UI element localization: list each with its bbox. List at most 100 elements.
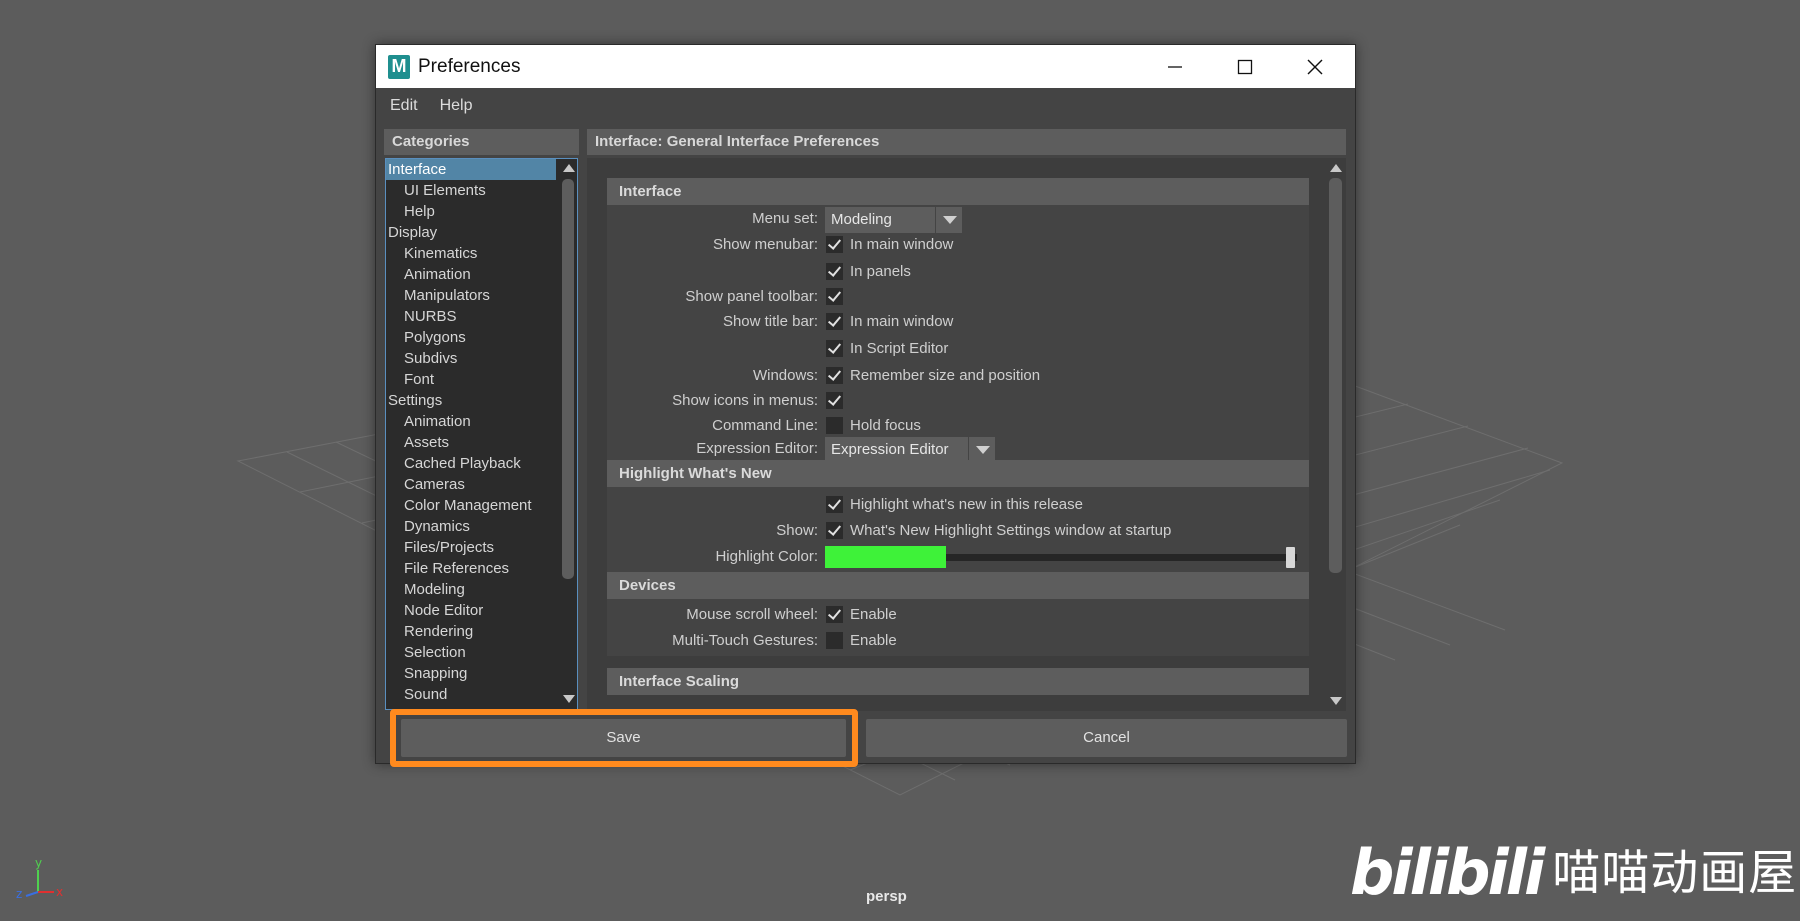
- save-button[interactable]: Save: [401, 719, 846, 757]
- menubar-panels-checkbox[interactable]: [826, 263, 843, 280]
- titlebar-script-checkbox[interactable]: [826, 340, 843, 357]
- category-item[interactable]: Sound: [386, 684, 556, 705]
- whats-new-checkbox[interactable]: [826, 522, 843, 539]
- windows-remember-text: Remember size and position: [850, 367, 1041, 384]
- menubar-panels-text: In panels: [850, 263, 911, 280]
- categories-scrollbar[interactable]: [559, 159, 577, 709]
- panel-toolbar-checkbox[interactable]: [826, 288, 843, 305]
- menu-set-dropdown[interactable]: Modeling: [825, 207, 962, 233]
- category-item[interactable]: Assets: [386, 432, 556, 453]
- svg-text:y: y: [35, 856, 42, 870]
- axis-gizmo: y x z: [14, 856, 64, 906]
- svg-text:z: z: [16, 887, 22, 901]
- main-scrollbar[interactable]: [1326, 158, 1344, 711]
- multitouch-checkbox[interactable]: [826, 632, 843, 649]
- category-item[interactable]: Help: [386, 201, 556, 222]
- maximize-button[interactable]: [1210, 45, 1280, 88]
- category-item[interactable]: Snapping: [386, 663, 556, 684]
- category-item[interactable]: NURBS: [386, 306, 556, 327]
- scroll-thumb[interactable]: [1329, 178, 1342, 573]
- command-line-row: Command Line: Hold focus: [607, 414, 1309, 438]
- scroll-thumb[interactable]: [562, 179, 574, 579]
- show-title-bar-label: Show title bar:: [722, 313, 818, 330]
- menubar-main-checkbox[interactable]: [826, 236, 843, 253]
- minimize-icon: [1168, 65, 1182, 68]
- category-item[interactable]: Dynamics: [386, 516, 556, 537]
- category-item[interactable]: Animation: [386, 264, 556, 285]
- menu-set-row: Menu set: Modeling: [607, 207, 1309, 233]
- expression-editor-label: Expression Editor:: [696, 440, 818, 457]
- category-item[interactable]: Animation: [386, 411, 556, 432]
- multitouch-label: Multi-Touch Gestures:: [672, 632, 818, 649]
- category-item[interactable]: UI Elements: [386, 180, 556, 201]
- show-label: Show:: [776, 522, 818, 539]
- menubar-panels-row: In panels: [607, 260, 1309, 284]
- watermark: bilibili 喵喵动画屋: [1350, 842, 1797, 904]
- category-item[interactable]: Node Editor: [386, 600, 556, 621]
- category-item[interactable]: Cameras: [386, 474, 556, 495]
- windows-row: Windows: Remember size and position: [607, 364, 1309, 388]
- category-item[interactable]: Color Management: [386, 495, 556, 516]
- show-menubar-label: Show menubar:: [712, 236, 818, 253]
- command-line-label: Command Line:: [712, 417, 818, 434]
- category-item[interactable]: Files/Projects: [386, 537, 556, 558]
- minimize-button[interactable]: [1140, 45, 1210, 88]
- scroll-up-arrow-icon[interactable]: [563, 164, 575, 172]
- icons-menus-label: Show icons in menus:: [672, 392, 818, 409]
- preferences-content: Interface Menu set: Modeling Show menuba…: [587, 158, 1346, 711]
- category-item[interactable]: Selection: [386, 642, 556, 663]
- highlight-color-swatch[interactable]: [825, 546, 946, 568]
- categories-list[interactable]: Interface UI Elements Help Display Kinematic…: [385, 158, 578, 710]
- section-devices-body: Mouse scroll wheel: Enable Multi-Touch G…: [607, 599, 1309, 656]
- titlebar-main-checkbox[interactable]: [826, 313, 843, 330]
- category-item[interactable]: Kinematics: [386, 243, 556, 264]
- scroll-up-arrow-icon[interactable]: [1330, 164, 1342, 172]
- mouse-scroll-row: Mouse scroll wheel: Enable: [607, 603, 1309, 627]
- category-item[interactable]: File References: [386, 558, 556, 579]
- section-interface-header[interactable]: Interface: [607, 178, 1309, 205]
- category-item[interactable]: Subdivs: [386, 348, 556, 369]
- command-line-checkbox[interactable]: [826, 417, 843, 434]
- highlight-color-slider[interactable]: [946, 547, 1297, 568]
- panel-toolbar-row: Show panel toolbar:: [607, 285, 1309, 309]
- section-devices-header[interactable]: Devices: [607, 572, 1309, 599]
- highlight-new-checkbox[interactable]: [826, 496, 843, 513]
- category-item[interactable]: Font: [386, 369, 556, 390]
- maya-app-icon: M: [388, 54, 410, 79]
- titlebar-script-row: In Script Editor: [607, 337, 1309, 361]
- icons-menus-checkbox[interactable]: [826, 392, 843, 409]
- multitouch-row: Multi-Touch Gestures: Enable: [607, 629, 1309, 653]
- mouse-scroll-checkbox[interactable]: [826, 606, 843, 623]
- close-button[interactable]: [1280, 45, 1350, 88]
- title-bar[interactable]: M Preferences: [376, 45, 1355, 88]
- watermark-logo: bilibili: [1350, 836, 1545, 909]
- expression-editor-row: Expression Editor: Expression Editor: [607, 437, 1309, 463]
- category-item[interactable]: Modeling: [386, 579, 556, 600]
- section-highlight-header[interactable]: Highlight What's New: [607, 460, 1309, 487]
- menu-edit[interactable]: Edit: [390, 97, 418, 115]
- watermark-name: 喵喵动画屋: [1552, 845, 1798, 901]
- windows-label: Windows:: [752, 367, 818, 384]
- category-item[interactable]: Interface: [386, 159, 556, 180]
- window-title: Preferences: [418, 55, 521, 77]
- highlight-color-label: Highlight Color:: [715, 548, 818, 565]
- cancel-button[interactable]: Cancel: [866, 719, 1347, 757]
- section-scaling-header[interactable]: Interface Scaling: [607, 668, 1309, 695]
- main-panel-header: Interface: General Interface Preferences: [587, 129, 1346, 155]
- category-item[interactable]: Display: [386, 222, 556, 243]
- category-item[interactable]: Rendering: [386, 621, 556, 642]
- menu-help[interactable]: Help: [440, 97, 473, 115]
- category-item[interactable]: Manipulators: [386, 285, 556, 306]
- windows-remember-checkbox[interactable]: [826, 367, 843, 384]
- scroll-down-arrow-icon[interactable]: [1330, 697, 1342, 705]
- category-item[interactable]: Cached Playback: [386, 453, 556, 474]
- slider-handle[interactable]: [1286, 547, 1295, 568]
- scroll-down-arrow-icon[interactable]: [563, 695, 575, 703]
- icons-menus-row: Show icons in menus:: [607, 389, 1309, 413]
- mouse-scroll-label: Mouse scroll wheel:: [686, 606, 818, 623]
- chevron-down-icon: [935, 207, 962, 233]
- menu-set-value: Modeling: [831, 211, 892, 228]
- highlight-new-text: Highlight what's new in this release: [850, 496, 1083, 513]
- category-item[interactable]: Settings: [386, 390, 556, 411]
- category-item[interactable]: Polygons: [386, 327, 556, 348]
